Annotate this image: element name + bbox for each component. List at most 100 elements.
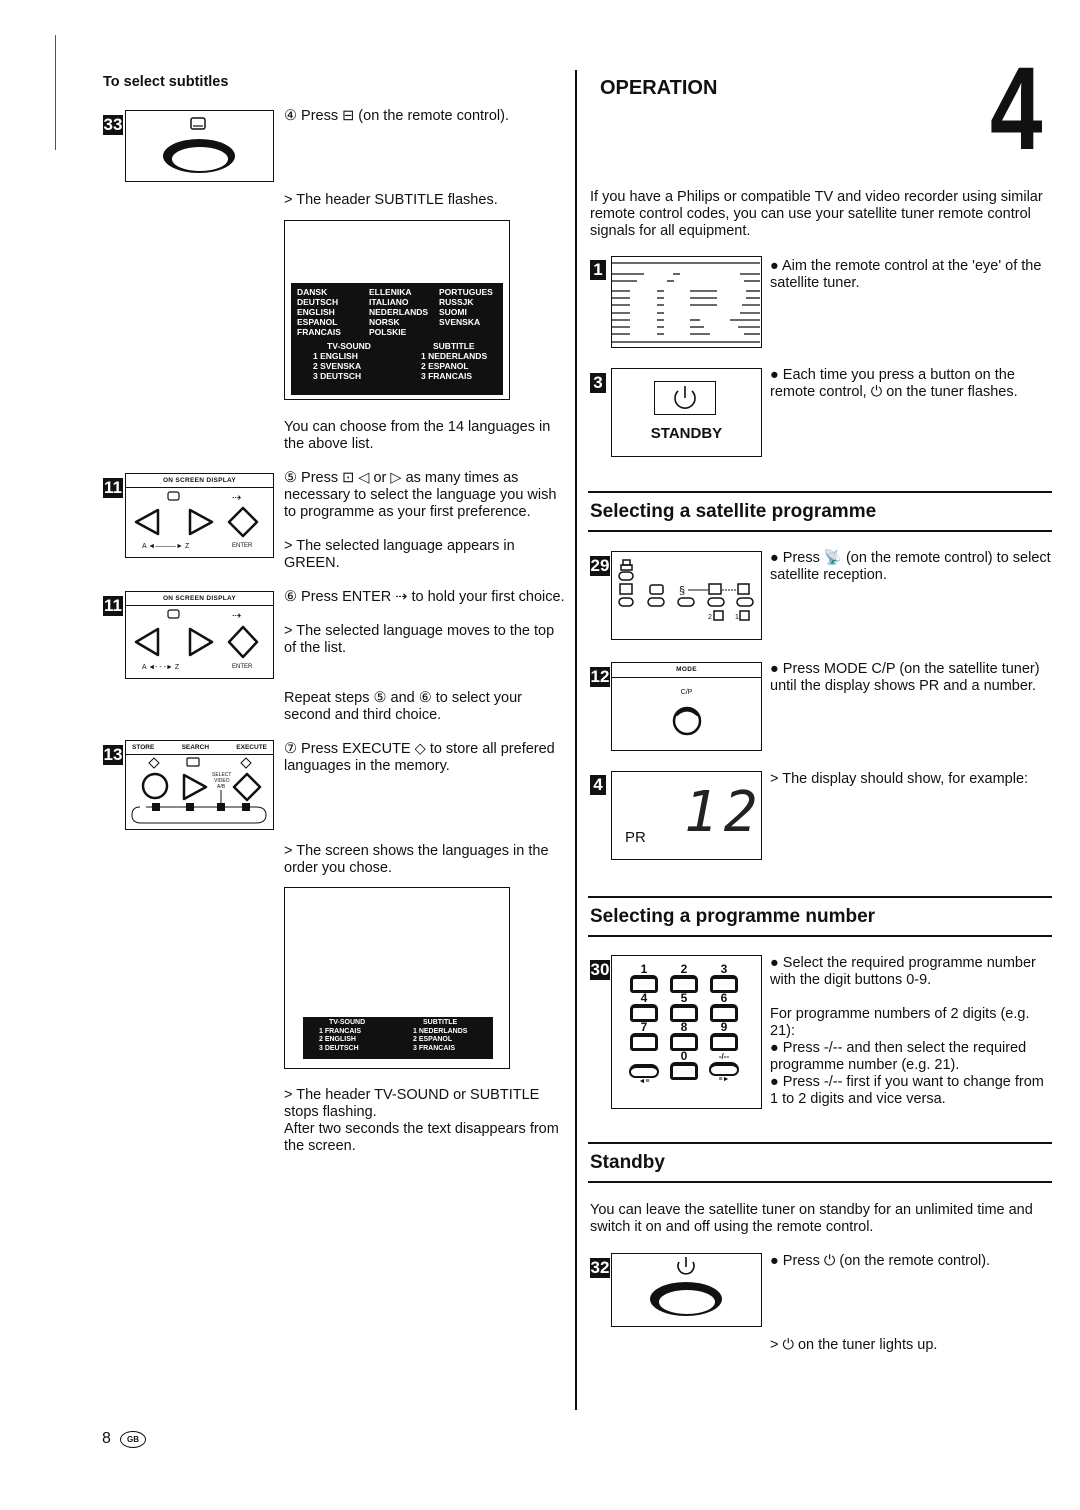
subtitle-header: SUBTITLE [423, 1019, 458, 1026]
section-divider-top [588, 896, 1052, 898]
execute-button-icon [232, 772, 262, 802]
tv-screen-order: TV-SOUND 1 FRANCAIS 2 ENGLISH 3 DEUTSCH … [284, 887, 510, 1069]
store-search-execute-figure: STORE SEARCH EXECUTE SELECT VIDEO A/B [125, 740, 274, 830]
fig32-text: ● Press ⏻ (on the remote control). [770, 1253, 991, 1269]
lang-item: DEUTSCH [297, 297, 339, 307]
prev-key: ◄≡ [626, 1051, 662, 1085]
store-label: STORE [132, 744, 155, 751]
tv-sound-item: 1 FRANCAIS [319, 1027, 362, 1035]
region-badge-label: GB [127, 1435, 139, 1444]
svg-text:1: 1 [735, 614, 739, 621]
lang-item: SVENSKA [439, 317, 481, 327]
next-key-label: ≡► [718, 1076, 730, 1083]
mode-button-figure: MODE C/P [611, 662, 762, 751]
left-arrow-icon [134, 508, 160, 536]
digit-toggle-key: -/-- ≡► [706, 1051, 742, 1085]
pr-display-value: 12 [684, 780, 764, 845]
figure-badge-12: 12 [590, 667, 610, 687]
enter-diamond-icon [227, 625, 259, 659]
standby-result: > ⏻ on the tuner lights up. [770, 1337, 938, 1353]
standby-title: Standby [590, 1152, 665, 1173]
sound-subtitle-overlay: TV-SOUND 1 FRANCAIS 2 ENGLISH 3 DEUTSCH … [303, 1017, 493, 1059]
power-button-figure [611, 1253, 762, 1327]
prog-text-1: ● Select the required programme number w… [770, 955, 1036, 988]
satellite-icon: § [679, 585, 685, 597]
region-badge-icon: GB [120, 1431, 146, 1448]
tv-sound-item: 2 ENGLISH [319, 1036, 356, 1043]
osd-arrow-buttons: ⇢ [134, 609, 259, 659]
subtitle-header: SUBTITLE [433, 341, 475, 351]
fig4-text: > The display should show, for example: [770, 771, 1029, 787]
store-button-icon [141, 772, 169, 800]
prog-text-3: ● Press -/-- and then select the require… [770, 1040, 1027, 1073]
fig3-text: ● Each time you press a button on the re… [770, 367, 1018, 400]
source-buttons-figure: § 2 1 [611, 551, 762, 640]
fig1-text: ● Aim the remote control at the 'eye' of… [770, 258, 1042, 291]
lang-item: ITALIANO [369, 297, 409, 307]
figure-badge-1: 1 [590, 260, 606, 280]
lang-item: RUSSJK [439, 297, 474, 307]
step7-text: ⑦ Press EXECUTE ◇ to store all prefered … [284, 741, 555, 774]
page-number: 8 [102, 1430, 111, 1447]
lang-item: SUOMI [439, 307, 467, 317]
standby-button-figure: STANDBY [611, 368, 762, 457]
power-button-icon [650, 1257, 722, 1316]
step4-text: ④ Press ⊟ (on the remote control). [284, 108, 510, 124]
figure-badge-29: 29 [590, 556, 610, 576]
mode-cp-button-icon [672, 706, 702, 736]
prog-text-2: For programme numbers of 2 digits (e.g. … [770, 1006, 1030, 1039]
cp-label: C/P [680, 689, 693, 696]
standby-label: STANDBY [650, 425, 723, 442]
step5-text: ⑤ Press ⊡ ◁ or ▷ as many times as necess… [284, 470, 557, 520]
digit-key-8: 8 [666, 1021, 702, 1051]
digit-keypad: 1 2 3 4 5 6 7 8 9 ◄≡ 0 -/-- ≡► [626, 963, 742, 1085]
execute-label: EXECUTE [236, 744, 267, 751]
fig29-text: ● Press 📡 (on the remote control) to sel… [770, 550, 1051, 583]
fig12-text: ● Press MODE C/P (on the satellite tuner… [770, 661, 1040, 694]
digit-key-9: 9 [706, 1021, 742, 1051]
tv-sound-header: TV-SOUND [329, 1019, 366, 1026]
subtitle-item: 1 NEDERLANDS [413, 1027, 468, 1035]
digit-key-7: 7 [626, 1021, 662, 1051]
subtitle-item: 1 NEDERLANDS [421, 351, 488, 361]
tv-screen-languages: DANSK DEUTSCH ENGLISH ESPANOL FRANCAIS E… [284, 220, 510, 400]
figure-badge-11b: 11 [103, 596, 123, 616]
lang-item: NORSK [369, 317, 400, 327]
digit-key-1: 1 [626, 963, 662, 993]
tv-sound-header: TV-SOUND [327, 341, 371, 351]
subtitle-button-icon [163, 117, 235, 173]
choose-languages-text: You can choose from the 14 languages in … [284, 419, 551, 452]
section-divider-bottom [588, 1181, 1052, 1183]
subtitle-item: 2 ESPANOL [413, 1036, 453, 1043]
enter-label: ENTER [232, 664, 253, 670]
pr-label: PR [625, 829, 646, 846]
enter-label: ENTER [232, 543, 253, 549]
mode-panel-title: MODE [612, 663, 761, 678]
final-disappear-text: After two seconds the text disappears fr… [284, 1121, 559, 1154]
programme-number-title: Selecting a programme number [590, 906, 876, 927]
lang-item: FRANCAIS [297, 327, 341, 337]
order-result-text: > The screen shows the languages in the … [284, 843, 549, 876]
final-result-text: > The header TV-SOUND or SUBTITLE stops … [284, 1087, 540, 1120]
osd-arrow-buttons: ⇢ [134, 491, 259, 538]
figure-badge-11a: 11 [103, 478, 123, 498]
svg-text:⇢: ⇢ [232, 491, 241, 504]
language-menu-overlay: DANSK DEUTSCH ENGLISH ESPANOL FRANCAIS E… [291, 283, 503, 395]
digit-keypad-figure: 1 2 3 4 5 6 7 8 9 ◄≡ 0 -/-- ≡► [611, 955, 762, 1109]
osd-panel-figure-a: ON SCREEN DISPLAY ⇢ A ◄———► Z ENTER [125, 473, 274, 558]
figure-badge-3: 3 [590, 373, 606, 393]
power-icon [674, 386, 696, 409]
section-divider-top [588, 1142, 1052, 1144]
figure-badge-32: 32 [590, 1258, 610, 1278]
digit-key-4: 4 [626, 992, 662, 1022]
standby-intro: You can leave the satellite tuner on sta… [590, 1202, 1033, 1235]
operation-intro: If you have a Philips or compatible TV a… [590, 189, 1043, 239]
section-divider-bottom [588, 530, 1052, 532]
right-arrow-icon [188, 508, 214, 536]
digit-key-6: 6 [706, 992, 742, 1022]
right-arrow-icon [188, 627, 214, 657]
step6-text: ⑥ Press ENTER ⇢ to hold your first choic… [284, 589, 565, 605]
margin-mark [55, 35, 56, 150]
search-button-icon [182, 773, 208, 801]
lang-item: NEDERLANDS [369, 307, 429, 317]
